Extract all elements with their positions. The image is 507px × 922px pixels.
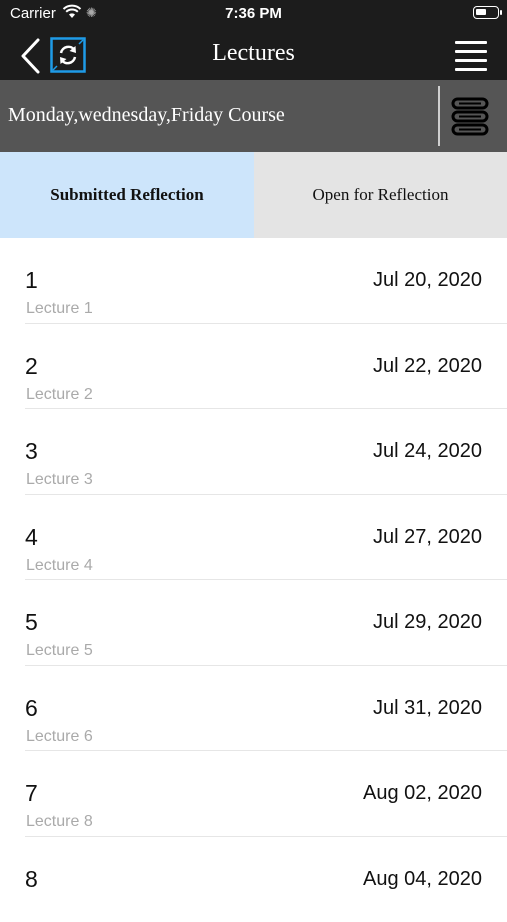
status-time: 7:36 PM — [0, 5, 507, 22]
tab-submitted-reflection[interactable]: Submitted Reflection — [0, 152, 254, 238]
list-item[interactable]: 8 Aug 04, 2020 — [0, 837, 507, 922]
lecture-number: 4 — [25, 524, 38, 551]
lecture-number: 1 — [25, 267, 38, 294]
lecture-name: Lecture 3 — [26, 471, 93, 489]
page-title: Lectures — [0, 40, 507, 67]
battery-icon — [473, 6, 499, 19]
list-item[interactable]: 6 Lecture 6 Jul 31, 2020 — [0, 666, 507, 752]
lecture-date: Aug 02, 2020 — [363, 782, 482, 805]
list-item[interactable]: 7 Lecture 8 Aug 02, 2020 — [0, 751, 507, 837]
lecture-name: Lecture 8 — [26, 813, 93, 831]
list-item[interactable]: 5 Lecture 5 Jul 29, 2020 — [0, 580, 507, 666]
lecture-date: Jul 31, 2020 — [373, 697, 482, 720]
course-switch-button[interactable] — [450, 96, 490, 136]
lecture-date: Jul 24, 2020 — [373, 440, 482, 463]
lecture-name: Lecture 4 — [26, 557, 93, 575]
status-bar: Carrier ✺ 7:36 PM — [0, 0, 507, 28]
lecture-list: 1 Lecture 1 Jul 20, 2020 2 Lecture 2 Jul… — [0, 238, 507, 922]
top-bar: Carrier ✺ 7:36 PM Lectures — [0, 0, 507, 80]
tab-bar: Submitted Reflection Open for Reflection — [0, 152, 507, 238]
lecture-date: Jul 27, 2020 — [373, 526, 482, 549]
lecture-number: 7 — [25, 780, 38, 807]
lecture-name: Lecture 2 — [26, 386, 93, 404]
lecture-number: 3 — [25, 438, 38, 465]
list-item[interactable]: 2 Lecture 2 Jul 22, 2020 — [0, 324, 507, 410]
list-item[interactable]: 1 Lecture 1 Jul 20, 2020 — [0, 238, 507, 324]
hamburger-menu-icon — [455, 41, 487, 71]
list-item[interactable]: 4 Lecture 4 Jul 27, 2020 — [0, 495, 507, 581]
lecture-number: 8 — [25, 866, 38, 893]
lecture-number: 5 — [25, 609, 38, 636]
lecture-number: 6 — [25, 695, 38, 722]
lecture-date: Jul 22, 2020 — [373, 355, 482, 378]
course-bar-divider — [438, 86, 440, 146]
lecture-date: Aug 04, 2020 — [363, 868, 482, 891]
lecture-name: Lecture 1 — [26, 300, 93, 318]
lecture-date: Jul 29, 2020 — [373, 611, 482, 634]
lecture-name: Lecture 5 — [26, 642, 93, 660]
lecture-name: Lecture 6 — [26, 728, 93, 746]
course-bar: Monday,wednesday,Friday Course — [0, 80, 507, 152]
course-list-icon — [450, 96, 490, 136]
list-item[interactable]: 3 Lecture 3 Jul 24, 2020 — [0, 409, 507, 495]
course-name: Monday,wednesday,Friday Course — [8, 104, 285, 127]
tab-open-for-reflection[interactable]: Open for Reflection — [254, 152, 507, 238]
lecture-number: 2 — [25, 353, 38, 380]
menu-button[interactable] — [455, 41, 487, 71]
lecture-date: Jul 20, 2020 — [373, 269, 482, 292]
